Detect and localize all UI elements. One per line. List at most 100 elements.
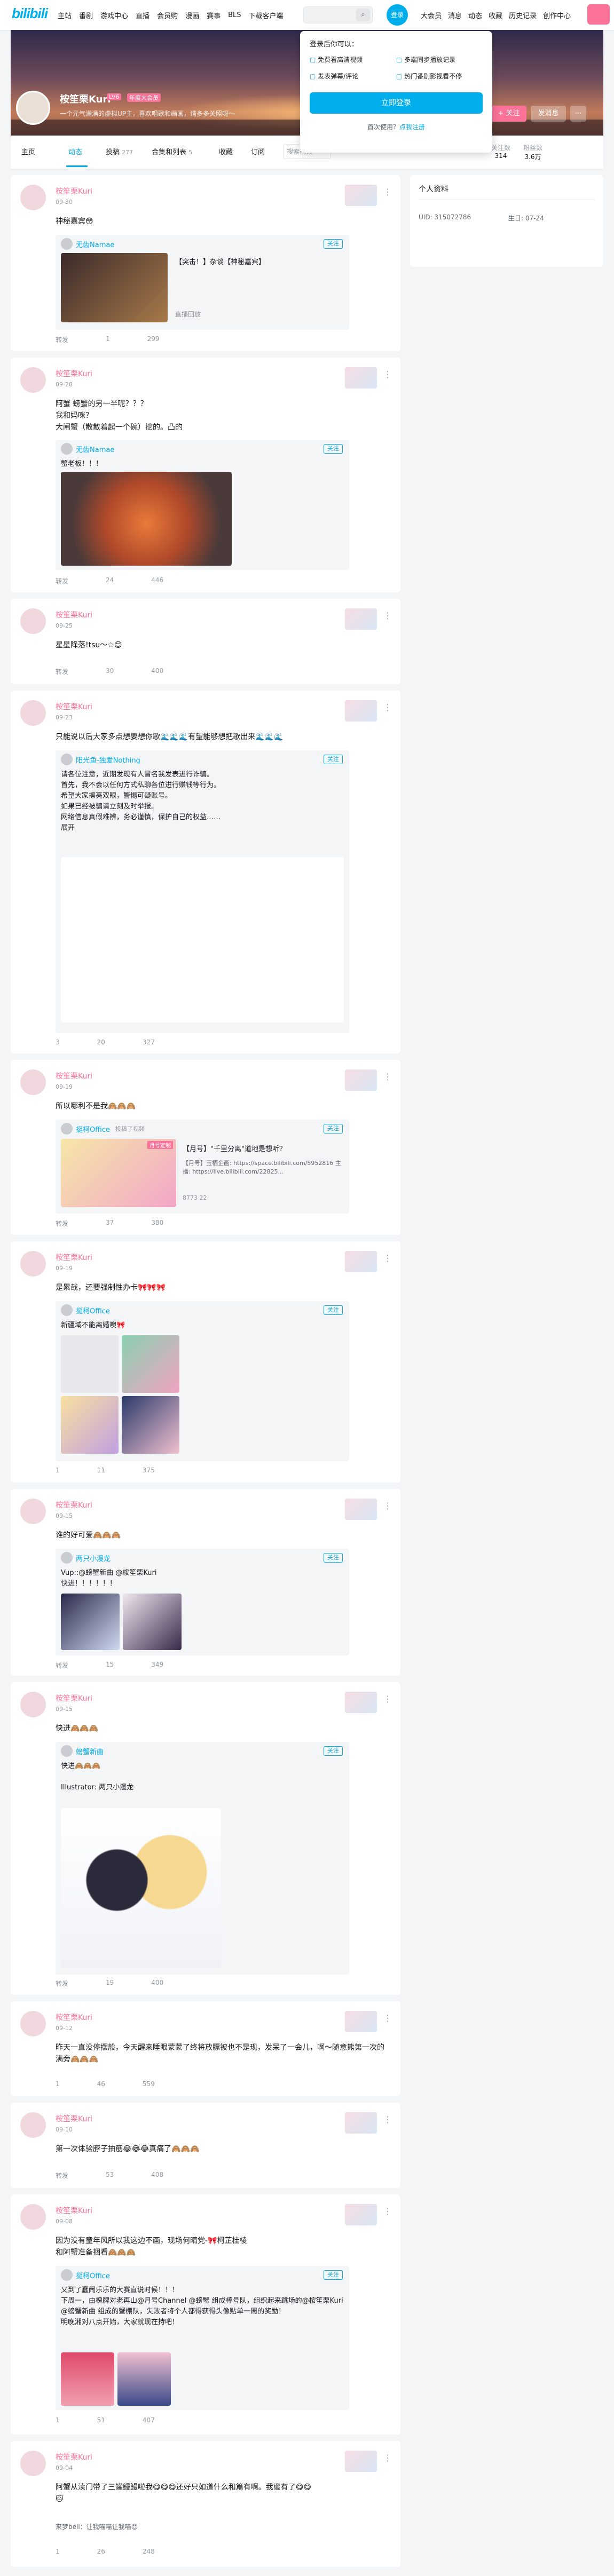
avatar[interactable] xyxy=(61,238,73,250)
more-icon[interactable]: ⋮ xyxy=(383,1501,392,1511)
post-image[interactable] xyxy=(61,1594,120,1650)
forward-author[interactable]: 阳光鱼-独爱Nothing xyxy=(76,755,140,765)
avatar[interactable] xyxy=(20,2011,46,2036)
avatar[interactable] xyxy=(61,754,73,765)
forward-action[interactable]: 转发 xyxy=(56,667,68,676)
forward-action[interactable]: 1 xyxy=(56,2548,60,2555)
post-image[interactable] xyxy=(61,472,232,566)
chat-screenshot-image[interactable] xyxy=(61,857,344,1023)
video-cover[interactable] xyxy=(61,253,168,322)
profile-avatar[interactable] xyxy=(16,91,50,125)
post-image[interactable] xyxy=(117,2352,171,2406)
register-link[interactable]: 点我注册 xyxy=(399,123,425,131)
more-icon[interactable]: ⋮ xyxy=(383,2013,392,2023)
like-action[interactable]: 375 xyxy=(143,1467,155,1474)
avatar[interactable] xyxy=(20,2451,46,2476)
follow-button[interactable]: + 关注 xyxy=(491,106,526,122)
more-icon[interactable]: ⋮ xyxy=(383,2453,392,2463)
post-image[interactable] xyxy=(61,1335,119,1393)
nav-vip[interactable]: 大会员 xyxy=(421,10,442,20)
like-action[interactable]: 299 xyxy=(147,335,160,344)
more-icon[interactable]: ⋮ xyxy=(383,702,392,712)
comment-action[interactable]: 20 xyxy=(97,1039,105,1046)
like-action[interactable]: 248 xyxy=(143,2548,155,2555)
popup-login-button[interactable]: 立即登录 xyxy=(310,92,483,114)
author-name[interactable]: 桉笙栗Kuri xyxy=(56,1252,92,1263)
avatar[interactable] xyxy=(61,1552,73,1564)
like-action[interactable]: 446 xyxy=(151,576,163,585)
comment-action[interactable]: 51 xyxy=(97,2416,105,2424)
avatar[interactable] xyxy=(20,700,46,726)
more-icon[interactable]: ⋮ xyxy=(383,1253,392,1263)
avatar[interactable] xyxy=(20,2112,46,2138)
post-image[interactable] xyxy=(123,1594,182,1650)
avatar[interactable] xyxy=(20,367,46,393)
nav-creator[interactable]: 创作中心 xyxy=(543,10,571,20)
avatar[interactable] xyxy=(20,1251,46,1277)
avatar[interactable] xyxy=(61,1745,73,1757)
nav-mall[interactable]: 会员购 xyxy=(157,10,178,20)
forwarded-post[interactable]: 挺柯Office 投稿了视频 关注 月号定制 【月号】"千里分离"道地是想听？ … xyxy=(56,1120,349,1214)
forwarded-post[interactable]: 无齿Namae 关注 蟹老板！！！ xyxy=(56,440,349,570)
stat-following[interactable]: 关注数 314 xyxy=(491,143,510,161)
author-name[interactable]: 桉笙栗Kuri xyxy=(56,368,92,379)
forward-action[interactable]: 3 xyxy=(56,1039,60,1046)
comment-action[interactable]: 11 xyxy=(97,1467,105,1474)
nav-main[interactable]: 主站 xyxy=(58,10,72,20)
like-action[interactable]: 400 xyxy=(151,667,163,676)
comment-action[interactable]: 46 xyxy=(97,2080,105,2088)
forward-author[interactable]: 两只小漫龙 xyxy=(76,1553,111,1563)
tab-collections[interactable]: 合集和列表 5 xyxy=(152,146,192,156)
comment-action[interactable]: 26 xyxy=(97,2548,105,2555)
follow-mini-button[interactable]: 关注 xyxy=(324,2270,343,2280)
forwarded-post[interactable]: 无齿Namae 关注 【突击！】杂谈【神秘嘉宾】 直播回放 xyxy=(56,235,349,330)
search-icon[interactable]: ⌕ xyxy=(356,9,370,21)
avatar[interactable] xyxy=(20,1069,46,1095)
author-name[interactable]: 桉笙栗Kuri xyxy=(56,2012,92,2023)
forward-author[interactable]: 挺柯Office xyxy=(76,1305,110,1315)
comment-action[interactable]: 19 xyxy=(106,1979,114,1988)
upload-button[interactable] xyxy=(587,4,610,25)
nav-anime[interactable]: 番剧 xyxy=(79,10,93,20)
avatar[interactable] xyxy=(20,2204,46,2230)
more-icon[interactable]: ⋮ xyxy=(383,611,392,621)
nav-match[interactable]: 赛事 xyxy=(207,10,221,20)
login-avatar-button[interactable]: 登录 xyxy=(387,4,408,26)
like-action[interactable]: 349 xyxy=(151,1661,163,1670)
like-action[interactable]: 559 xyxy=(143,2080,155,2088)
author-name[interactable]: 桉笙栗Kuri xyxy=(56,1693,92,1703)
tab-dynamic[interactable]: 动态 xyxy=(68,146,82,156)
comment-preview[interactable]: 来梦bell：让我喵喵让我喵😊 xyxy=(56,2522,138,2531)
tab-videos[interactable]: 投稿 277 xyxy=(106,146,133,156)
more-icon[interactable]: ⋮ xyxy=(383,1072,392,1082)
author-name[interactable]: 桉笙栗Kuri xyxy=(56,701,92,712)
nav-live[interactable]: 直播 xyxy=(136,10,149,20)
nav-download[interactable]: 下载客户端 xyxy=(249,10,284,20)
forwarded-post[interactable]: 阳光鱼-独爱Nothing 关注 请各位注意，近期发现有人冒名我发表进行诈骗。 … xyxy=(56,750,349,1033)
forwarded-post[interactable]: 两只小漫龙 关注 Vup::@螃蟹新曲 @桉笙栗Kuri 快进！！！！！！ xyxy=(56,1549,349,1655)
post-image[interactable] xyxy=(61,1396,119,1454)
comment-action[interactable]: 30 xyxy=(106,667,114,676)
avatar[interactable] xyxy=(61,443,73,455)
author-name[interactable]: 桉笙栗Kuri xyxy=(56,2452,92,2462)
author-name[interactable]: 桉笙栗Kuri xyxy=(56,1500,92,1510)
comment-action[interactable]: 53 xyxy=(106,2171,114,2180)
illustration-image[interactable] xyxy=(61,1808,221,1968)
comment-action[interactable]: 15 xyxy=(106,1661,114,1670)
follow-mini-button[interactable]: 关注 xyxy=(324,444,343,454)
nav-comic[interactable]: 漫画 xyxy=(185,10,199,20)
forward-action[interactable]: 1 xyxy=(56,1467,60,1474)
author-name[interactable]: 桉笙栗Kuri xyxy=(56,2113,92,2124)
follow-mini-button[interactable]: 关注 xyxy=(324,1124,343,1134)
more-icon[interactable]: ⋮ xyxy=(383,2114,392,2125)
forward-action[interactable]: 转发 xyxy=(56,1979,68,1988)
forward-author[interactable]: 无齿Namae xyxy=(76,239,114,249)
forward-action[interactable]: 转发 xyxy=(56,576,68,585)
forward-action[interactable]: 转发 xyxy=(56,2171,68,2180)
follow-mini-button[interactable]: 关注 xyxy=(324,239,343,249)
more-icon[interactable]: ⋮ xyxy=(383,1694,392,1704)
more-icon[interactable]: ⋮ xyxy=(383,2206,392,2216)
avatar[interactable] xyxy=(61,2269,73,2281)
post-image[interactable] xyxy=(122,1335,179,1393)
comment-action[interactable]: 1 xyxy=(106,335,110,344)
